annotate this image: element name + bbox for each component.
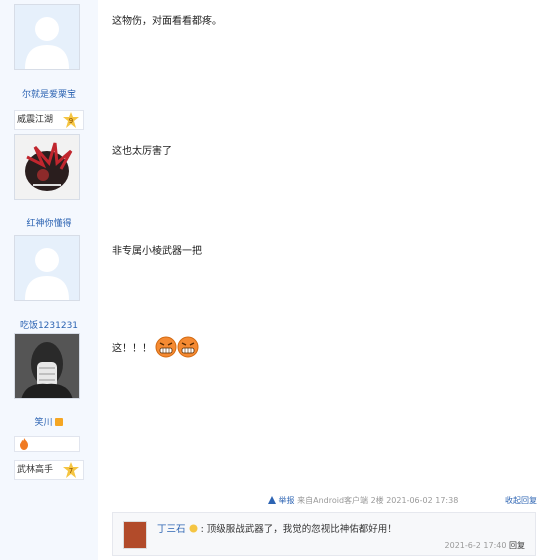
reply-content: 丁三石 : 顶级服战武器了，我觉的忽视比神佑都好用！ [157,521,397,535]
user-sidebar: 尔就是爱栗宝 威震江湖 9 红神你懂得 吃饭1231231 笑川 武林高手 7 [0,0,98,560]
client-source: 来自Android客户端 [297,496,369,505]
level-title-1: 威震江湖 [17,115,54,125]
report-link[interactable]: 举报 [268,496,297,505]
user-avatar-4[interactable] [14,333,80,399]
username-2[interactable]: 红神你懂得 [0,216,98,229]
masked-person-avatar-image [15,334,79,398]
post-datetime: 2021-06-02 17:38 [386,496,459,505]
post-text-3: 非专属小棱武器一把 [112,246,202,257]
creature-avatar-image [15,135,79,199]
level-badge-icon: 7 [63,462,79,478]
post-content-area: 这物伤，对面看看都疼。 这也太厉害了 非专属小棱武器一把 这！！！ 举报 来自A… [98,0,553,560]
reply-meta: 2021-6-2 17:40 回复 [445,540,525,551]
level-badge-icon: 9 [63,112,79,128]
svg-text:7: 7 [69,467,73,475]
default-avatar-icon [15,5,79,69]
user-level-1: 威震江湖 9 [14,110,84,130]
reply-message: : 顶级服战武器了，我觉的忽视比神佑都好用！ [200,524,397,535]
angry-face-emoji-icon [155,336,177,358]
flame-badge [14,436,80,452]
reply-username[interactable]: 丁三石 [157,524,186,535]
username-3[interactable]: 吃饭1231231 [0,318,98,331]
level-title-4: 武林高手 [17,465,54,475]
angry-face-emoji-icon [177,336,199,358]
svg-text:9: 9 [69,117,73,125]
username-1[interactable]: 尔就是爱栗宝 [0,87,98,100]
user-avatar-2[interactable] [14,134,80,200]
user-avatar-3[interactable] [14,235,80,301]
reply-action-link[interactable]: 回复 [509,541,525,550]
post-text-4: 这！！！ [112,336,199,358]
post-text-1: 这物伤，对面看看都疼。 [112,16,222,27]
user-avatar-1[interactable] [14,4,80,70]
post-text-2: 这也太厉害了 [112,146,172,157]
emoji-badge-icon [189,524,198,533]
floor-number: 2楼 [370,496,384,505]
vip-icon [55,418,64,426]
default-avatar-icon [15,236,79,300]
collapse-replies-link[interactable]: 收起回复 [505,495,537,506]
reply-avatar[interactable] [123,521,147,549]
warning-icon [268,496,276,504]
flame-icon [20,438,28,450]
reply-datetime: 2021-6-2 17:40 [444,541,507,550]
user-level-4: 武林高手 7 [14,460,84,480]
post-meta-row: 举报 来自Android客户端 2楼 2021-06-02 17:38 收起回复 [268,495,537,509]
reply-box: 丁三石 : 顶级服战武器了，我觉的忽视比神佑都好用！ 2021-6-2 17:4… [112,512,536,556]
username-4[interactable]: 笑川 [0,415,98,428]
